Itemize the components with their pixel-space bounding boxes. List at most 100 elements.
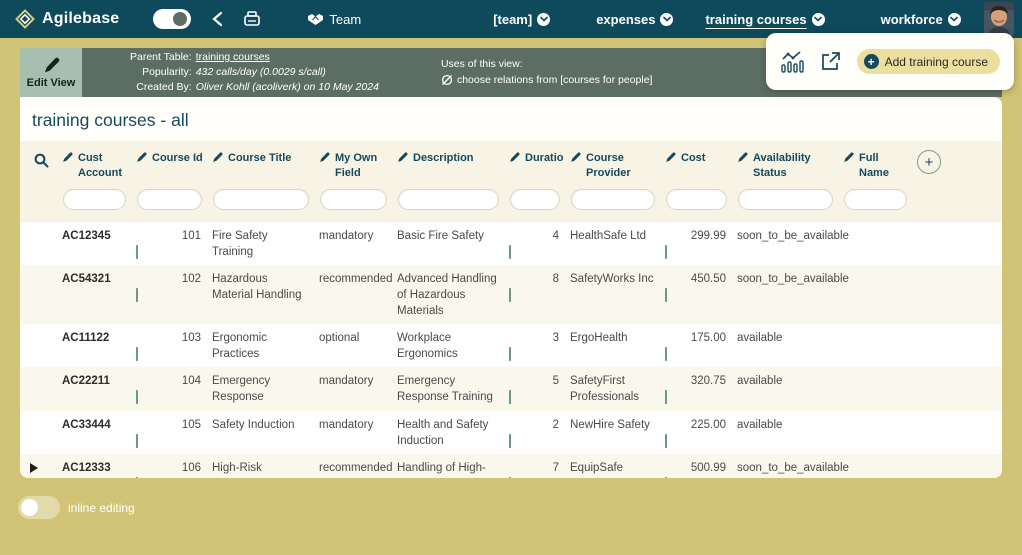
column-header-my-own-field[interactable]: My Own Field [319, 147, 397, 183]
external-link-icon[interactable] [820, 51, 841, 72]
cell-cost: 175.00 [665, 330, 737, 362]
cell-course-title: Hazardous Material Handling [212, 271, 319, 319]
chevron-down-icon [948, 13, 961, 26]
table-row[interactable]: AC12345 101 Fire Safety Training mandato… [20, 222, 1002, 265]
column-header-cust-account[interactable]: Cust Account [62, 147, 136, 183]
cell-full-name [843, 330, 917, 362]
page-title: training courses - all [20, 97, 1002, 141]
pencil-icon [212, 152, 223, 163]
cell-cost: 320.75 [665, 373, 737, 405]
cell-cost: 225.00 [665, 417, 737, 449]
uses-value[interactable]: choose relations from [courses for peopl… [457, 73, 653, 89]
filter-input-description[interactable] [398, 189, 499, 210]
filter-input-my-own-field[interactable] [320, 189, 387, 210]
parent-table-link[interactable]: training courses [196, 50, 379, 65]
diamond-logo-icon [14, 8, 36, 30]
filter-input-cost[interactable] [666, 189, 727, 210]
edit-view-button[interactable]: Edit View [20, 48, 82, 97]
value-bar [136, 434, 138, 448]
column-header-description[interactable]: Description [397, 147, 509, 183]
cell-cust-account: AC12333 [62, 460, 136, 478]
cell-cost: 500.99 [665, 460, 737, 478]
pencil-icon [737, 152, 748, 163]
row-selected-marker-icon [30, 463, 38, 473]
table-row[interactable]: AC54321 102 Hazardous Material Handling … [20, 265, 1002, 324]
inline-editing-toggle[interactable] [18, 496, 60, 519]
value-bar [136, 288, 138, 302]
search-icon[interactable] [20, 147, 62, 183]
cell-description: Advanced Handling of Hazardous Materials [397, 271, 509, 319]
menu-training-courses[interactable]: training courses [705, 12, 824, 27]
filter-input-course-provider[interactable] [571, 189, 655, 210]
pencil-icon [509, 152, 520, 163]
value-bar [665, 390, 667, 404]
cell-course-id: 105 [136, 417, 212, 449]
cell-description: Handling of High-Risk Equipment [397, 460, 509, 478]
cell-course-id: 102 [136, 271, 212, 319]
cell-duration: 3 [509, 330, 570, 362]
pencil-icon [136, 152, 147, 163]
uses-label: Uses of this view: [441, 57, 653, 73]
filter-input-course-title[interactable] [213, 189, 309, 210]
add-column-button[interactable]: + [917, 150, 941, 174]
filter-input-course-id[interactable] [137, 189, 202, 210]
cell-my-own-field: recommended [319, 271, 397, 319]
chart-icon[interactable] [780, 51, 804, 73]
table-row[interactable]: AC11122 103 Ergonomic Practices optional… [20, 324, 1002, 367]
column-header-course-title[interactable]: Course Title [212, 147, 319, 183]
cell-cust-account: AC22211 [62, 373, 136, 405]
menu-team-group[interactable]: [team] [493, 12, 550, 27]
cell-my-own-field: mandatory [319, 373, 397, 405]
nav-toggle[interactable] [153, 9, 191, 29]
table-row[interactable]: AC33444 105 Safety Induction mandatory H… [20, 411, 1002, 454]
menu-training-courses-label: training courses [705, 12, 806, 27]
value-bar [509, 288, 511, 302]
column-header-duration[interactable]: Duration [509, 147, 570, 183]
filter-input-cust-account[interactable] [63, 189, 126, 210]
printer-icon[interactable] [243, 11, 261, 27]
link-icon [441, 74, 453, 86]
table-row[interactable]: AC12333 106 High-Risk Equipment Safety r… [20, 454, 1002, 478]
brand-logo[interactable]: Agilebase [14, 8, 119, 30]
value-bar [665, 347, 667, 361]
filter-input-duration[interactable] [510, 189, 560, 210]
value-bar [509, 347, 511, 361]
value-bar [136, 347, 138, 361]
inline-editing-label: inline editing [68, 501, 135, 515]
view-meta: Parent Table: training courses Popularit… [130, 48, 379, 97]
column-header-course-provider[interactable]: Course Provider [570, 147, 665, 183]
cell-availability-status: available [737, 330, 843, 362]
menu-expenses[interactable]: expenses [596, 12, 673, 27]
popularity-value: 432 calls/day (0.0029 s/call) [196, 65, 379, 80]
menu-workforce[interactable]: workforce [881, 12, 961, 27]
chevron-down-icon [660, 13, 673, 26]
column-header-full-name[interactable]: Full Name [843, 147, 917, 183]
cell-cust-account: AC12345 [62, 228, 136, 260]
value-bar [665, 434, 667, 448]
created-by-label: Created By: [130, 80, 192, 95]
cell-cost: 299.99 [665, 228, 737, 260]
pencil-icon [43, 57, 60, 74]
cell-duration: 5 [509, 373, 570, 405]
table-row[interactable]: AC22211 104 Emergency Response mandatory… [20, 367, 1002, 410]
pencil-icon [843, 152, 854, 163]
add-training-course-label: Add training course [885, 55, 988, 69]
cell-course-title: Fire Safety Training [212, 228, 319, 260]
cell-my-own-field: mandatory [319, 417, 397, 449]
user-avatar[interactable] [984, 2, 1014, 36]
add-training-course-button[interactable]: + Add training course [857, 49, 1000, 74]
cell-description: Workplace Ergonomics [397, 330, 509, 362]
menu-workforce-label: workforce [881, 12, 943, 27]
column-header-cost[interactable]: Cost [665, 147, 737, 183]
pencil-icon [665, 152, 676, 163]
filter-input-availability-status[interactable] [738, 189, 833, 210]
team-menu[interactable]: Team [307, 12, 361, 27]
column-header-availability-status[interactable]: Availability Status [737, 147, 843, 183]
cell-course-provider: EquipSafe Training [570, 460, 665, 478]
actions-card: + Add training course [766, 33, 1014, 90]
brand-name: Agilebase [42, 10, 119, 28]
back-chevron-icon[interactable] [211, 11, 223, 27]
column-header-course-id[interactable]: Course Id [136, 147, 212, 183]
filter-input-full-name[interactable] [844, 189, 907, 210]
cell-duration: 4 [509, 228, 570, 260]
